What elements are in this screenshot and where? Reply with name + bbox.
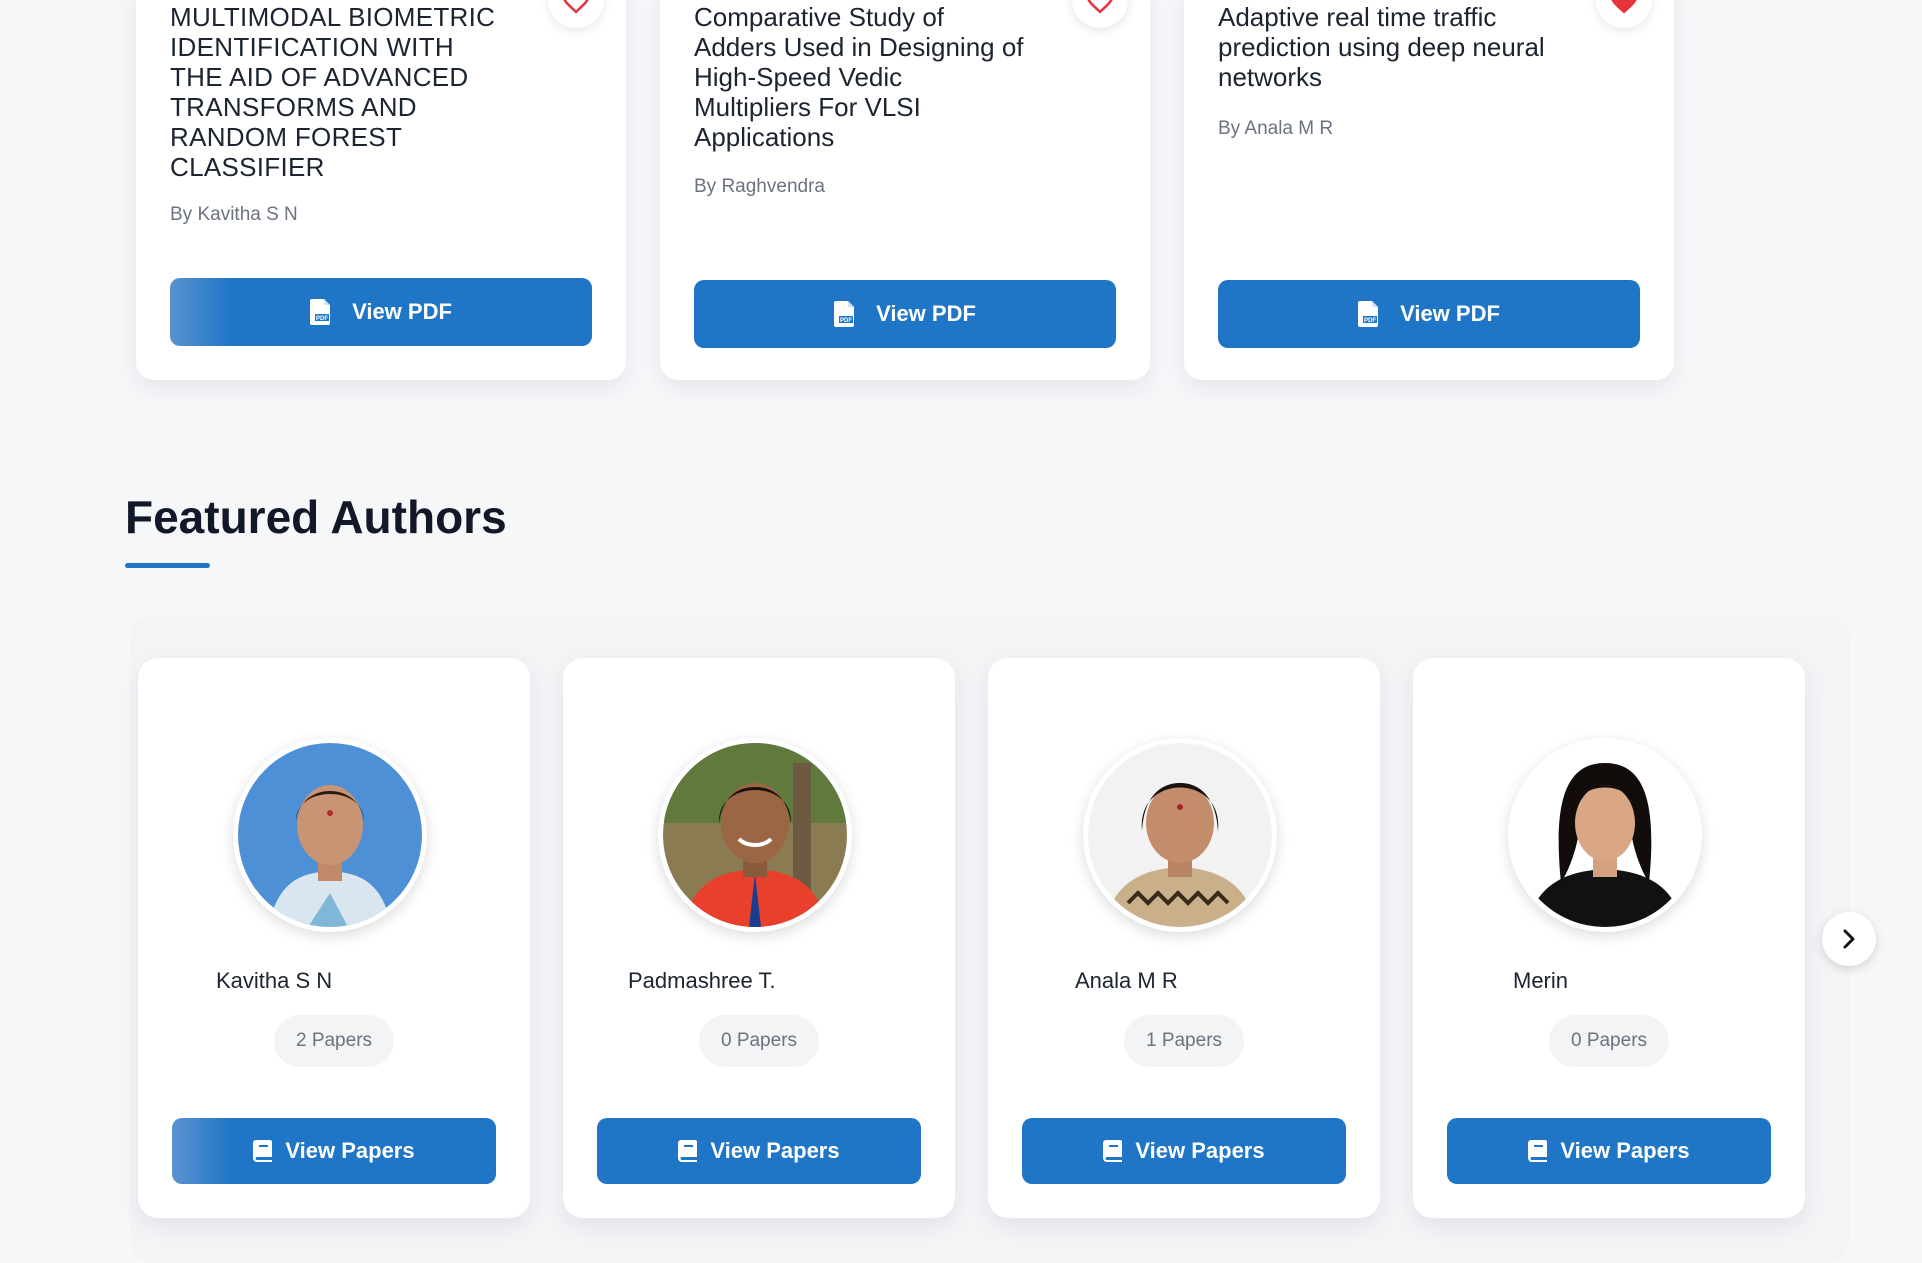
book-icon	[678, 1140, 698, 1162]
heart-icon	[563, 0, 589, 14]
paper-card: Adaptive real time traffic prediction us…	[1184, 0, 1674, 380]
svg-text:PDF: PDF	[316, 316, 328, 322]
view-pdf-button[interactable]: PDF View PDF	[694, 280, 1116, 348]
heart-icon	[1611, 0, 1637, 14]
svg-text:PDF: PDF	[840, 318, 852, 324]
pdf-file-icon: PDF	[834, 301, 855, 327]
pdf-file-icon: PDF	[310, 299, 331, 325]
papers-count-badge: 1 Papers	[1123, 1015, 1245, 1067]
favorite-button[interactable]	[1596, 0, 1652, 28]
view-pdf-button[interactable]: PDF View PDF	[1218, 280, 1640, 348]
view-papers-button[interactable]: View Papers	[1022, 1118, 1346, 1184]
favorite-button[interactable]	[548, 0, 604, 28]
author-photo	[1513, 743, 1697, 927]
featured-authors-heading: Featured Authors	[125, 491, 507, 543]
paper-title: Adaptive real time traffic prediction us…	[1218, 2, 1545, 92]
view-pdf-label: View PDF	[876, 301, 976, 326]
author-photo	[238, 743, 422, 927]
view-pdf-label: View PDF	[1400, 301, 1500, 326]
author-card: Merin 0 Papers View Papers	[1413, 658, 1805, 1218]
papers-count-badge: 2 Papers	[273, 1015, 395, 1067]
author-name: Padmashree T.	[628, 968, 776, 993]
svg-text:PDF: PDF	[1364, 318, 1376, 324]
paper-author: By Raghvendra	[694, 176, 825, 197]
favorite-button[interactable]	[1072, 0, 1128, 28]
pdf-file-icon: PDF	[1358, 301, 1379, 327]
book-icon	[253, 1140, 273, 1162]
heart-icon	[1087, 0, 1113, 14]
book-icon	[1528, 1140, 1548, 1162]
paper-card: MULTIMODAL BIOMETRIC IDENTIFICATION WITH…	[136, 0, 626, 380]
avatar	[1508, 738, 1702, 932]
view-papers-label: View Papers	[285, 1138, 415, 1163]
view-papers-button[interactable]: View Papers	[172, 1118, 496, 1184]
author-photo	[1088, 743, 1272, 927]
view-papers-button[interactable]: View Papers	[1447, 1118, 1771, 1184]
author-card: Kavitha S N 2 Papers View Papers	[138, 658, 530, 1218]
avatar	[1083, 738, 1277, 932]
heading-underline	[125, 563, 210, 568]
carousel-next-button[interactable]	[1822, 912, 1876, 966]
paper-card: Comparative Study of Adders Used in Desi…	[660, 0, 1150, 380]
view-papers-button[interactable]: View Papers	[597, 1118, 921, 1184]
view-papers-label: View Papers	[1560, 1138, 1690, 1163]
chevron-right-icon	[1843, 929, 1855, 949]
avatar	[233, 738, 427, 932]
paper-title: Comparative Study of Adders Used in Desi…	[694, 2, 1024, 152]
book-icon	[1103, 1140, 1123, 1162]
paper-title: MULTIMODAL BIOMETRIC IDENTIFICATION WITH…	[170, 2, 496, 182]
view-pdf-label: View PDF	[352, 299, 452, 324]
author-card: Padmashree T. 0 Papers View Papers	[563, 658, 955, 1218]
author-card: Anala M R 1 Papers View Papers	[988, 658, 1380, 1218]
view-pdf-button[interactable]: PDF View PDF	[170, 278, 592, 346]
papers-count-badge: 0 Papers	[1548, 1015, 1670, 1067]
view-papers-label: View Papers	[1135, 1138, 1265, 1163]
view-papers-label: View Papers	[710, 1138, 840, 1163]
paper-author: By Anala M R	[1218, 118, 1334, 139]
author-photo	[663, 743, 847, 927]
avatar	[658, 738, 852, 932]
paper-author: By Kavitha S N	[170, 204, 298, 225]
author-name: Merin	[1513, 968, 1569, 993]
author-name: Anala M R	[1075, 968, 1178, 993]
author-name: Kavitha S N	[216, 968, 333, 993]
papers-section: MULTIMODAL BIOMETRIC IDENTIFICATION WITH…	[0, 0, 1922, 420]
papers-count-badge: 0 Papers	[698, 1015, 820, 1067]
